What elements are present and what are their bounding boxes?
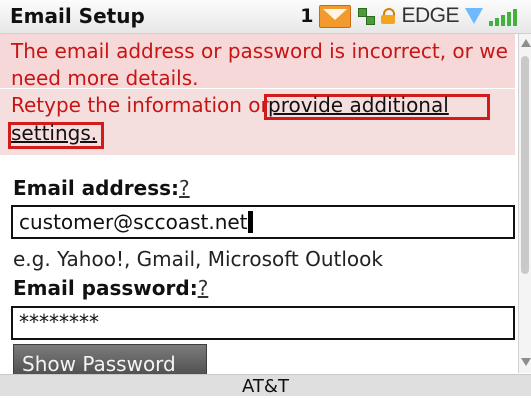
email-field[interactable]: customer@sccoast.net: [11, 205, 515, 239]
status-bar: 1 EDGE: [300, 3, 517, 29]
unread-count: 1: [300, 5, 314, 27]
retype-prefix: Retype the information or: [11, 93, 269, 117]
password-field[interactable]: ********: [11, 306, 515, 340]
scroll-up-icon[interactable]: [521, 39, 531, 47]
signal-strength-icon: [489, 6, 517, 26]
password-value: ********: [19, 310, 99, 334]
password-label: Email password:?: [13, 276, 208, 300]
scroll-down-icon[interactable]: [521, 358, 531, 366]
email-value: customer@sccoast.net: [19, 210, 248, 234]
email-value-wrapper: customer@sccoast.net: [19, 210, 253, 234]
email-label-text: Email address:: [13, 176, 180, 200]
password-label-text: Email password:: [13, 276, 198, 300]
carrier-label: AT&T: [242, 376, 289, 397]
email-hint: e.g. Yahoo!, Gmail, Microsoft Outlook: [13, 247, 383, 271]
envelope-icon[interactable]: [319, 4, 352, 28]
scrollbar[interactable]: [518, 34, 531, 373]
wifi-icon: [465, 7, 483, 25]
additional-settings-link-line-1[interactable]: provide additional: [268, 93, 449, 117]
lock-icon: [381, 8, 396, 24]
network-label: EDGE: [401, 4, 459, 27]
error-message: The email address or password is incorre…: [11, 39, 508, 90]
email-help-link[interactable]: ?: [179, 176, 190, 200]
additional-settings-link-line-2[interactable]: settings.: [11, 121, 97, 145]
page-title: Email Setup: [10, 4, 145, 28]
carrier-bar: AT&T: [0, 374, 531, 397]
text-cursor: [247, 211, 253, 233]
show-password-button[interactable]: Show Password: [13, 344, 207, 378]
scroll-thumb[interactable]: [521, 56, 529, 274]
title-bar: Email Setup 1 EDGE: [0, 0, 531, 34]
email-label: Email address:?: [13, 176, 190, 200]
password-help-link[interactable]: ?: [198, 276, 209, 300]
network-icon: [357, 7, 376, 25]
